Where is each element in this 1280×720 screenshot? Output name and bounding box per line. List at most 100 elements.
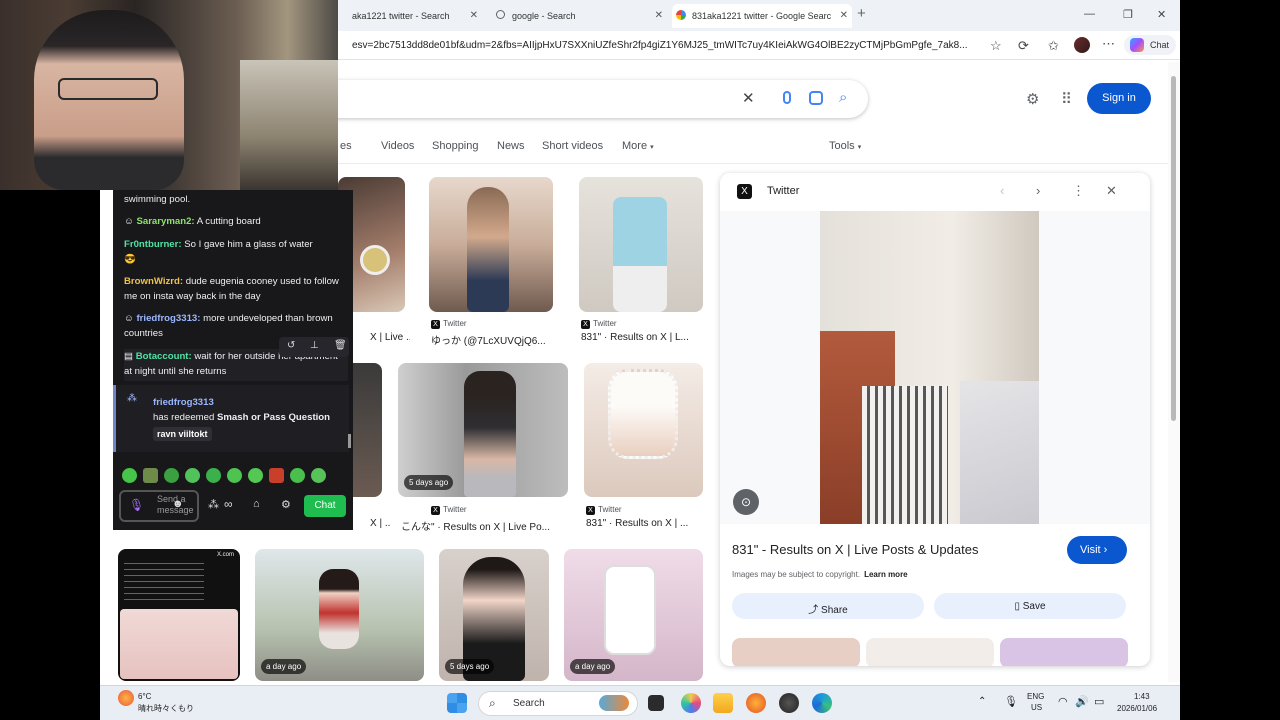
emote-icon[interactable] — [290, 468, 305, 483]
save-button[interactable]: ▯ Save — [934, 593, 1126, 619]
image-result[interactable]: X.com — [118, 549, 240, 681]
chat-send-button[interactable]: Chat — [304, 495, 346, 517]
chat-scrollbar[interactable] — [348, 434, 351, 448]
filter-news[interactable]: News — [497, 140, 525, 152]
firefox-icon[interactable] — [746, 693, 766, 713]
windows-start-icon[interactable] — [447, 693, 467, 713]
close-icon[interactable]: ✕ — [1106, 183, 1117, 199]
emote-icon[interactable] — [122, 468, 137, 483]
file-explorer-icon[interactable] — [713, 693, 733, 713]
edge-icon[interactable] — [812, 693, 832, 713]
lens-search-icon[interactable] — [809, 91, 823, 105]
next-icon[interactable]: › — [1036, 183, 1040, 198]
url-field[interactable]: esv=2bc7513dd8de01bf&udm=2&fbs=AIIjpHxU7… — [352, 40, 968, 51]
tools-button[interactable]: Tools ▾ — [829, 140, 861, 152]
battery-icon[interactable]: ▭ — [1094, 695, 1104, 708]
emote-picker-icon[interactable]: ☻ — [172, 498, 184, 510]
task-view-icon[interactable] — [648, 695, 664, 711]
restore-icon[interactable]: ❐ — [1123, 8, 1133, 21]
filter-short-videos[interactable]: Short videos — [542, 140, 603, 152]
learn-more-link[interactable]: Learn more — [864, 570, 908, 579]
result-title[interactable]: ゆっか (@7LcXUVQjQ6... — [431, 332, 555, 347]
clock-time[interactable]: 1:43 — [1134, 692, 1150, 701]
chat-input[interactable]: 🎙 Send a message — [119, 490, 199, 522]
pin-icon[interactable]: ⊥ — [310, 340, 319, 351]
more-menu-icon[interactable]: ⋯ — [1102, 36, 1115, 52]
preview-image[interactable] — [820, 211, 1039, 524]
profile-avatar[interactable] — [1074, 37, 1090, 53]
extensions-icon[interactable]: ⟳ — [1018, 38, 1029, 54]
emote-icon[interactable] — [185, 468, 200, 483]
related-image[interactable] — [732, 638, 860, 666]
volume-icon[interactable]: 🔊 — [1075, 695, 1089, 708]
search-icon[interactable]: ⌕ — [839, 89, 847, 106]
emote-icon[interactable] — [269, 468, 284, 483]
result-title[interactable]: X | ... — [370, 518, 390, 529]
tab-google-search[interactable]: google - Search ✕ — [492, 4, 667, 28]
filter-images[interactable]: es — [340, 140, 352, 152]
related-image[interactable] — [866, 638, 994, 666]
page-scrollbar[interactable] — [1168, 62, 1180, 682]
image-result[interactable]: a day ago — [564, 549, 703, 681]
scrollbar-thumb[interactable] — [1171, 76, 1176, 421]
image-result[interactable]: a day ago — [255, 549, 424, 681]
reply-icon[interactable]: ↺ — [287, 340, 295, 351]
related-image[interactable] — [1000, 638, 1128, 666]
input-language[interactable]: ENG — [1027, 692, 1044, 701]
gift-icon[interactable]: ⌂ — [253, 498, 260, 510]
chat-username[interactable]: Fr0ntburner: — [124, 239, 182, 250]
image-result[interactable] — [579, 177, 703, 312]
close-tab-icon[interactable]: ✕ — [470, 10, 478, 21]
image-result[interactable] — [429, 177, 553, 312]
emote-icon[interactable] — [227, 468, 242, 483]
clear-icon[interactable]: ✕ — [742, 89, 755, 107]
microphone-icon[interactable]: 🎙 — [129, 498, 144, 512]
obs-icon[interactable] — [779, 693, 799, 713]
chat-username[interactable]: Botaccount: — [136, 351, 192, 362]
filter-more[interactable]: More ▾ — [622, 140, 654, 152]
result-title[interactable]: 831" · Results on X | ... — [586, 518, 704, 529]
image-result[interactable] — [584, 363, 703, 497]
sign-in-button[interactable]: Sign in — [1087, 83, 1151, 114]
image-result[interactable]: 5 days ago — [398, 363, 568, 497]
emote-icon[interactable] — [311, 468, 326, 483]
search-input[interactable]: ✕ ⌕ — [300, 80, 868, 118]
result-title[interactable]: X | Live ... — [370, 332, 410, 343]
new-tab-button[interactable]: + — [857, 5, 866, 22]
minimize-icon[interactable]: — — [1084, 8, 1095, 20]
filter-shopping[interactable]: Shopping — [432, 140, 479, 152]
result-title[interactable]: こんな" · Results on X | Live Po... — [401, 518, 565, 533]
previous-icon[interactable]: ‹ — [1000, 183, 1004, 198]
image-result[interactable]: 5 days ago — [439, 549, 549, 681]
settings-gear-icon[interactable]: ⚙ — [281, 498, 291, 511]
close-tab-icon[interactable]: ✕ — [840, 10, 848, 21]
settings-gear-icon[interactable]: ⚙ — [1026, 90, 1039, 108]
visit-button[interactable]: Visit › — [1067, 536, 1127, 564]
close-window-icon[interactable]: ✕ — [1157, 8, 1166, 21]
more-options-icon[interactable]: ⋮ — [1072, 183, 1085, 199]
show-hidden-icons[interactable]: ⌃ — [978, 696, 986, 707]
tab-google-images[interactable]: 831aka1221 twitter - Google Searc ✕ — [672, 4, 852, 28]
tab-aka-search[interactable]: aka1221 twitter - Search ✕ — [332, 4, 482, 28]
channel-points-icon[interactable]: ⁂ — [208, 498, 219, 511]
close-tab-icon[interactable]: ✕ — [655, 10, 663, 21]
preview-image-area[interactable] — [720, 211, 1150, 524]
apps-grid-icon[interactable]: ⠿ — [1061, 90, 1072, 108]
result-title[interactable]: 831" · Results on X | L... — [581, 332, 705, 343]
copilot-button[interactable]: Chat — [1124, 35, 1176, 55]
chat-username[interactable]: Sararyman2: — [136, 216, 194, 227]
panel-result-title[interactable]: 831" - Results on X | Live Posts & Updat… — [732, 542, 978, 557]
input-region[interactable]: US — [1031, 703, 1042, 712]
weather-icon[interactable] — [118, 690, 134, 706]
chat-username[interactable]: friedfrog3313: — [136, 313, 200, 324]
microphone-icon[interactable]: 🎙 — [1004, 695, 1018, 708]
emote-icon[interactable] — [143, 468, 158, 483]
filter-videos[interactable]: Videos — [381, 140, 414, 152]
lens-search-icon[interactable]: ⊙ — [733, 489, 759, 515]
wifi-icon[interactable]: ◠ — [1058, 695, 1068, 708]
panel-source[interactable]: Twitter — [767, 185, 799, 197]
emote-icon[interactable] — [248, 468, 263, 483]
chat-username[interactable]: BrownWizrd: — [124, 276, 183, 287]
clock-date[interactable]: 2026/01/06 — [1117, 704, 1157, 713]
favorites-icon[interactable]: ✩ — [1048, 38, 1059, 54]
